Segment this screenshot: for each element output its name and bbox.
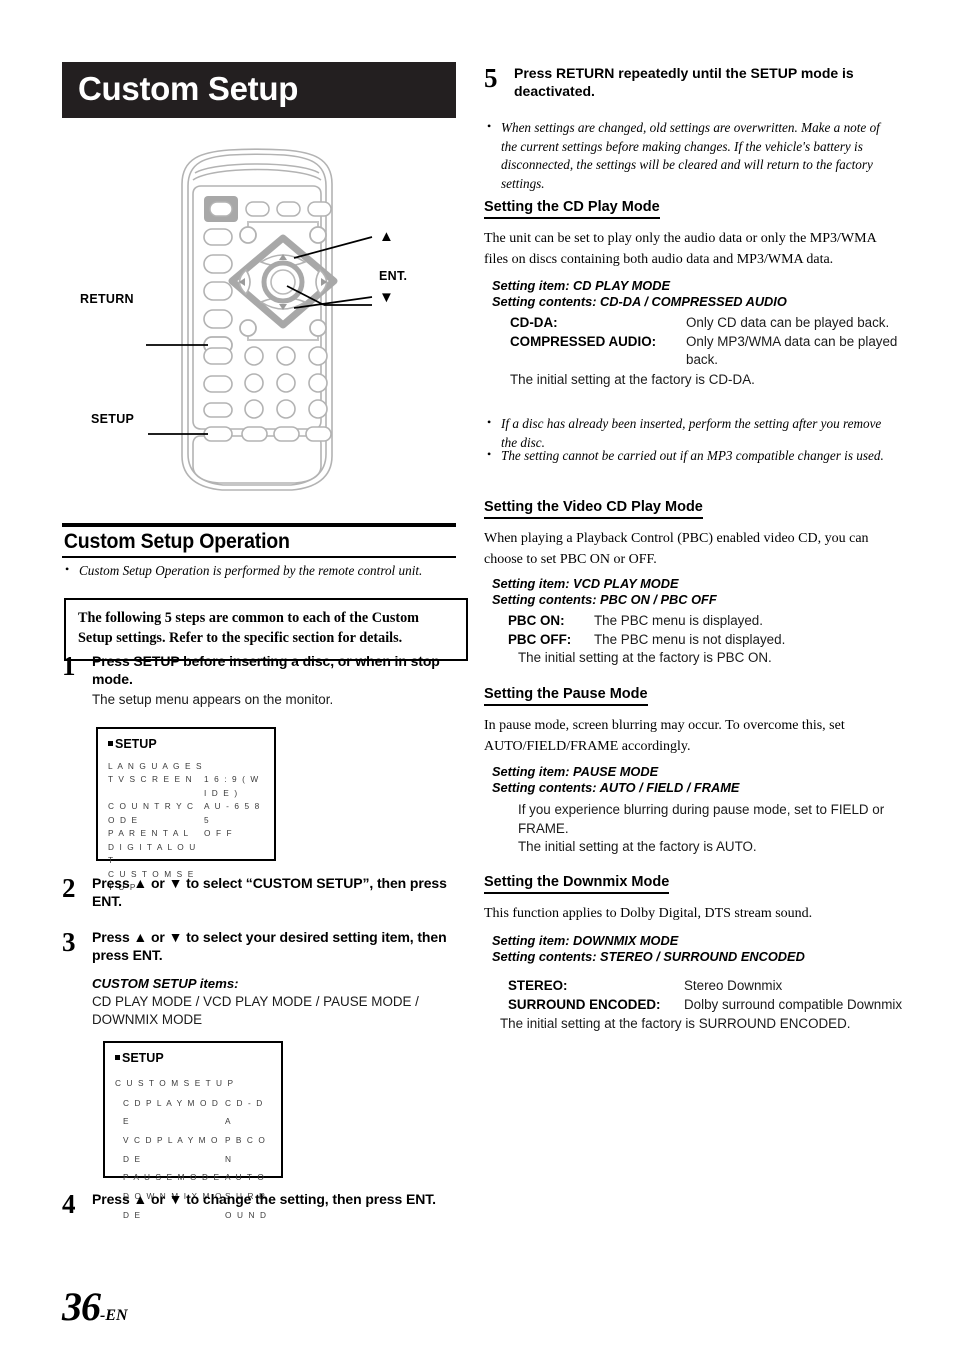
osd2-row: C D P L A Y M O D EC D - D A: [123, 1097, 264, 1127]
step-4-heading: Press ▲ or ▼ to change the setting, then…: [92, 1191, 436, 1207]
compressed-audio-term: COMPRESSED AUDIO:: [510, 333, 657, 349]
step-4: 4 Press ▲ or ▼ to change the setting, th…: [62, 1190, 456, 1218]
osd1-row: T V S C R E E N1 6 : 9 ( W I D E ): [108, 774, 260, 798]
downmix-def-row: STEREO: Stereo Downmix: [508, 977, 908, 996]
remote-label-return: RETURN: [80, 292, 134, 306]
downmix-setting-contents: Setting contents: STEREO / SURROUND ENCO…: [492, 949, 805, 964]
osd1-title: SETUP: [108, 737, 264, 751]
manual-page: Custom Setup RETURN SETUP ▲ ENT. ▼ Custo…: [0, 0, 954, 1346]
osd2-group: C U S T O M S E T U P: [115, 1078, 235, 1088]
cd-play-note-2: The setting cannot be carried out if an …: [484, 446, 899, 466]
osd2-row: P A U S E M O D EA U T O: [123, 1172, 266, 1183]
step-3: 3 Press ▲ or ▼ to select your desired se…: [62, 928, 456, 1030]
pause-mode-body: In pause mode, screen blurring may occur…: [484, 718, 845, 754]
subheading-video-cd-play-mode: Setting the Video CD Play Mode: [484, 499, 703, 522]
pause-setting-contents: Setting contents: AUTO / FIELD / FRAME: [492, 780, 740, 795]
page-number-value: 36: [62, 1284, 101, 1329]
remote-label-setup: SETUP: [91, 412, 135, 426]
cd-play-definitions: CD-DA: Only CD data can be played back. …: [510, 314, 910, 389]
stereo-desc: Stereo Downmix: [684, 978, 783, 993]
step-2-number: 2: [62, 873, 76, 903]
step-5: 5 Press RETURN repeatedly until the SETU…: [484, 64, 882, 101]
step-3-number: 3: [62, 927, 76, 957]
remote-label-up-arrow: ▲: [379, 228, 395, 245]
section-heading-block: Custom Setup Operation: [62, 523, 456, 558]
osd1-row: D I G I T A L O U T: [108, 841, 197, 866]
step-5-heading: Press RETURN repeatedly until the SETUP …: [514, 65, 854, 100]
custom-setup-items-list: CD PLAY MODE / VCD PLAY MODE / PAUSE MOD…: [92, 993, 419, 1028]
step-5-note: When settings are changed, old settings …: [484, 118, 899, 194]
step-1-heading: Press SETUP before inserting a disc, or …: [92, 653, 440, 688]
vcd-initial-setting: The initial setting at the factory is PB…: [518, 650, 772, 665]
surround-encoded-desc: Dolby surround compatible Downmix: [684, 996, 903, 1012]
custom-setup-items-label: CUSTOM SETUP items:: [92, 975, 239, 991]
downmix-def-row: SURROUND ENCODED: Dolby surround compati…: [508, 996, 908, 1015]
cd-play-def-row: CD-DA: Only CD data can be played back.: [510, 314, 910, 333]
heading-rule-bottom: [62, 556, 456, 558]
osd1-row: C O U N T R Y C O D EA U - 6 5 8 5: [108, 801, 261, 825]
subheading-downmix-mode: Setting the Downmix Mode: [484, 874, 670, 897]
cd-play-mode-body: The unit can be set to play only the aud…: [484, 231, 876, 267]
section-heading: Custom Setup Operation: [63, 530, 290, 553]
pbc-on-desc: The PBC menu is displayed.: [594, 613, 763, 628]
osd1-row: L A N G U A G E S: [108, 761, 204, 771]
cd-play-setting-contents: Setting contents: CD-DA / COMPRESSED AUD…: [492, 294, 787, 309]
remote-illustration: [146, 148, 373, 491]
pause-initial-setting: The initial setting at the factory is AU…: [518, 839, 757, 854]
step-2-heading: Press ▲ or ▼ to select “CUSTOM SETUP”, t…: [92, 875, 447, 910]
downmix-mode-body: This function applies to Dolby Digital, …: [484, 906, 813, 921]
cd-da-term: CD-DA:: [510, 315, 558, 330]
pause-definitions: If you experience blurring during pause …: [508, 801, 908, 857]
step-3-heading: Press ▲ or ▼ to select your desired sett…: [92, 929, 447, 964]
pause-advice: If you experience blurring during pause …: [518, 802, 885, 836]
osd-screen-setup-menu: SETUP L A N G U A G E S T V S C R E E N1…: [96, 727, 276, 892]
downmix-definitions: STEREO: Stereo Downmix SURROUND ENCODED:…: [500, 977, 908, 1034]
osd-screen-custom-setup: SETUP C U S T O M S E T U P C D P L A Y …: [103, 1041, 283, 1220]
subheading-cd-play-mode: Setting the CD Play Mode: [484, 199, 660, 222]
pbc-on-term: PBC ON:: [508, 613, 565, 628]
compressed-audio-desc: Only MP3/WMA data can be played back.: [686, 333, 898, 368]
step-1-sub: The setup menu appears on the monitor.: [92, 691, 334, 707]
cd-play-def-row: COMPRESSED AUDIO: Only MP3/WMA data can …: [510, 333, 910, 370]
step-1-number: 1: [62, 651, 76, 681]
remote-label-ent: ENT.: [379, 269, 408, 283]
osd-bullet-square-icon: [108, 741, 113, 746]
osd2-title: SETUP: [115, 1051, 271, 1065]
vcd-setting-contents: Setting contents: PBC ON / PBC OFF: [492, 592, 717, 607]
page-number-suffix: -EN: [100, 1307, 128, 1324]
osd-bullet-square-icon: [115, 1055, 120, 1060]
step-2: 2 Press ▲ or ▼ to select “CUSTOM SETUP”,…: [62, 874, 456, 911]
section-intro-note: Custom Setup Operation is performed by t…: [62, 561, 477, 581]
remote-setup-button: [203, 426, 233, 442]
vcd-def-row: PBC ON: The PBC menu is displayed.: [508, 612, 908, 631]
page-title-banner: Custom Setup: [62, 62, 456, 118]
vcd-play-mode-body: When playing a Playback Control (PBC) en…: [484, 531, 869, 567]
stereo-term: STEREO:: [508, 978, 568, 993]
remote-button-highlight: [204, 196, 238, 222]
step-4-number: 4: [62, 1189, 76, 1219]
pbc-off-term: PBC OFF:: [508, 631, 572, 647]
page-number: 36-EN: [62, 1283, 128, 1330]
subheading-pause-mode: Setting the Pause Mode: [484, 686, 648, 709]
remote-label-down-arrow: ▼: [379, 289, 395, 306]
page-title: Custom Setup: [78, 70, 299, 108]
vcd-definitions: PBC ON: The PBC menu is displayed. PBC O…: [508, 612, 908, 668]
step-1: 1 Press SETUP before inserting a disc, o…: [62, 652, 456, 709]
surround-encoded-term: SURROUND ENCODED:: [508, 996, 661, 1012]
downmix-initial-setting: The initial setting at the factory is SU…: [500, 1016, 851, 1031]
osd2-row: V C D P L A Y M O D EP B C O N: [123, 1134, 267, 1164]
vcd-def-row: PBC OFF: The PBC menu is not displayed.: [508, 631, 908, 650]
step-5-number: 5: [484, 63, 498, 93]
pbc-off-desc: The PBC menu is not displayed.: [594, 631, 786, 647]
osd1-row: P A R E N T A LO F F: [108, 828, 234, 839]
cd-da-desc: Only CD data can be played back.: [686, 315, 890, 330]
remote-control-diagram: RETURN SETUP ▲ ENT. ▼: [62, 140, 456, 512]
cd-play-initial-setting: The initial setting at the factory is CD…: [510, 371, 755, 387]
